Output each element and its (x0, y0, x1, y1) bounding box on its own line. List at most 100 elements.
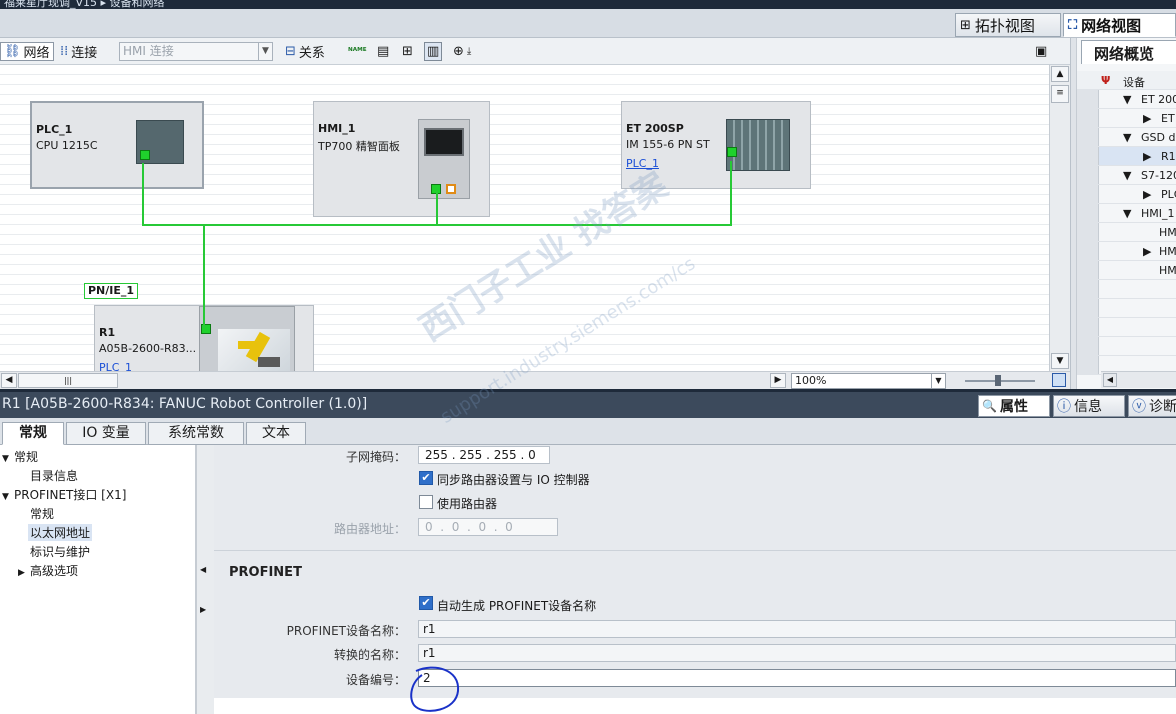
robot-panel-icon (199, 306, 295, 371)
list-item[interactable]: HM (1077, 223, 1176, 242)
scroll-thumb[interactable]: ≡ (1051, 85, 1069, 103)
expand-right-icon[interactable]: ▶ (200, 605, 206, 614)
list-item[interactable]: ▶ R1 (1077, 147, 1176, 166)
et200-link-wire (730, 161, 732, 226)
relations-button[interactable]: ⊟ 关系 (285, 42, 325, 61)
device-et200sp[interactable]: ET 200SP IM 155-6 PN ST PLC_1 (621, 101, 811, 189)
device-name: PLC_1 (36, 123, 73, 136)
filter-icon[interactable]: Ψ (1101, 74, 1110, 87)
chevron-down-icon: ▼ (2, 492, 9, 502)
scroll-right-icon[interactable]: ▶ (770, 373, 786, 388)
router-address-input: 0 . 0 . 0 . 0 (418, 518, 558, 536)
scroll-up-icon[interactable]: ▲ (1051, 66, 1069, 82)
grid-view-button[interactable]: ⊞ (402, 42, 413, 61)
serial-port-icon (446, 184, 456, 194)
table-view-button[interactable]: ▤ (377, 42, 389, 61)
scroll-down-icon[interactable]: ▼ (1051, 353, 1069, 369)
nav-splitter[interactable]: ◀ ▶ (196, 445, 214, 714)
network-overview-pane: 网络概览 Ψ 设备 ▼ET 200 ▶ET ▼GSD d ▶R1 ▼S7-120… (1070, 38, 1176, 389)
port-icon[interactable] (727, 147, 737, 157)
list-item[interactable]: ▶ HM (1077, 242, 1176, 261)
tab-info[interactable]: ⓘ 信息 (1053, 395, 1125, 417)
use-router-checkbox[interactable] (419, 495, 433, 509)
device-link[interactable]: PLC_1 (626, 157, 659, 170)
tab-network-view[interactable]: ⛶ 网络视图 (1063, 13, 1176, 37)
network-icon: ⛶ (1068, 17, 1078, 33)
nav-item-identification[interactable]: 标识与维护 (30, 543, 90, 560)
zoom-icon: ⊕ (453, 44, 464, 59)
converted-name-label: 转换的名称： (333, 648, 406, 662)
overview-table: Ψ 设备 ▼ET 200 ▶ET ▼GSD d ▶R1 ▼S7-120 ▶PLC… (1077, 71, 1176, 375)
tab-general[interactable]: 常规 (2, 422, 64, 445)
subnet-mask-input[interactable]: 255 . 255 . 255 . 0 (418, 446, 550, 464)
tab-topology-view[interactable]: ⊞ 拓扑视图 (955, 13, 1061, 37)
view-tab-strip: ⊞ 拓扑视图 ⛶ 网络视图 (0, 9, 1176, 38)
scroll-left-icon[interactable]: ◀ (1103, 373, 1117, 387)
robot-link-wire (203, 226, 205, 328)
nav-item-profinet[interactable]: ▼ PROFINET接口 [X1] (2, 486, 126, 503)
window-title-bar: 福莱星厅现调_V15 ▸ 设备和网络 (0, 0, 1176, 9)
canvas-vertical-scrollbar[interactable]: ▲ ≡ ▼ (1049, 65, 1070, 371)
connections-icon: ⁞⁞ (60, 44, 69, 59)
panel-icon: ▣ (1035, 44, 1048, 59)
network-canvas[interactable]: PLC_1 CPU 1215C HMI_1 TP700 精智面板 ET 200S… (0, 65, 1049, 371)
zoom-select[interactable]: 100% ▼ (791, 373, 946, 389)
overview-scrollbar[interactable]: ◀ (1101, 371, 1176, 388)
subnet-label[interactable]: PN/IE_1 (84, 283, 139, 299)
device-plc[interactable]: PLC_1 CPU 1215C (30, 101, 204, 189)
split-icon: ▥ (427, 44, 440, 59)
auto-name-checkbox[interactable]: ✔ (419, 596, 433, 610)
connections-button[interactable]: ⁞⁞ 连接 (60, 42, 97, 61)
tab-network-overview[interactable]: 网络概览 (1081, 40, 1176, 64)
horizontal-scroll-thumb[interactable]: ||| (18, 373, 118, 388)
list-item (1077, 337, 1176, 356)
diagnostics-icon: ⓥ (1132, 399, 1146, 415)
nav-item-general[interactable]: ▼ 常规 (2, 448, 38, 465)
auto-name-label: 自动生成 PROFINET设备名称 (437, 599, 597, 613)
list-item[interactable]: ▼ HMI_1 (1077, 204, 1176, 223)
nav-item-catalog[interactable]: 目录信息 (30, 467, 78, 484)
connection-type-select[interactable]: HMI 连接 ▼ (119, 42, 273, 61)
property-subtabs: 常规 IO 变量 系统常数 文本 (0, 418, 1176, 445)
list-item[interactable]: ▶ ET (1077, 109, 1176, 128)
device-type: TP700 精智面板 (318, 140, 400, 153)
tab-diagnostics[interactable]: ⓥ 诊断 (1128, 395, 1176, 417)
zoom-button[interactable]: ⊕ ⤓ (453, 42, 471, 61)
device-link[interactable]: PLC_1 (99, 361, 132, 371)
profinet-section-title: PROFINET (229, 565, 302, 580)
tab-io-tags[interactable]: IO 变量 (66, 422, 146, 445)
port-icon[interactable] (140, 150, 150, 160)
device-type: A05B-2600-R83... (99, 342, 197, 355)
overview-toggle-button[interactable]: ▣ (1035, 42, 1047, 61)
navigator-icon[interactable] (1052, 373, 1066, 387)
device-type: IM 155-6 PN ST (626, 138, 710, 151)
show-names-button[interactable]: ᴺᴬᴹᴱ (348, 42, 367, 61)
chevron-down-icon: ▼ (931, 374, 945, 388)
list-item[interactable]: ▼ GSD d (1077, 128, 1176, 147)
scroll-left-icon[interactable]: ◀ (1, 373, 17, 388)
tab-properties[interactable]: 🔍 属性 (978, 395, 1050, 417)
list-item (1077, 280, 1176, 299)
zoom-slider[interactable] (965, 375, 1035, 386)
subnet-line[interactable] (142, 224, 732, 226)
annotation-circle (410, 666, 460, 712)
list-item[interactable]: HM (1077, 261, 1176, 280)
split-view-button[interactable]: ▥ (424, 42, 443, 61)
router-address-label: 路由器地址： (333, 522, 406, 536)
plc-link-wire (142, 163, 144, 226)
network-button[interactable]: ⛓ 网络 (0, 42, 54, 61)
device-number-input[interactable]: 2 (418, 669, 1176, 687)
list-item[interactable]: ▶PLC (1077, 185, 1176, 204)
collapse-left-icon[interactable]: ◀ (200, 565, 206, 574)
list-item[interactable]: ▼S7-120 (1077, 166, 1176, 185)
nav-item-interface-general[interactable]: 常规 (30, 505, 54, 522)
nav-item-advanced[interactable]: ▶ 高级选项 (18, 562, 78, 579)
tab-texts[interactable]: 文本 (246, 422, 306, 445)
robot-image (218, 329, 290, 371)
nav-item-ethernet-address[interactable]: 以太网地址 (28, 524, 93, 541)
list-item[interactable]: ▼ ET 200 (1077, 90, 1176, 109)
device-hmi[interactable]: HMI_1 TP700 精智面板 (313, 101, 490, 217)
sync-router-checkbox[interactable]: ✔ (419, 471, 433, 485)
tab-system-constants[interactable]: 系统常数 (148, 422, 244, 445)
device-name: ET 200SP (626, 122, 684, 135)
